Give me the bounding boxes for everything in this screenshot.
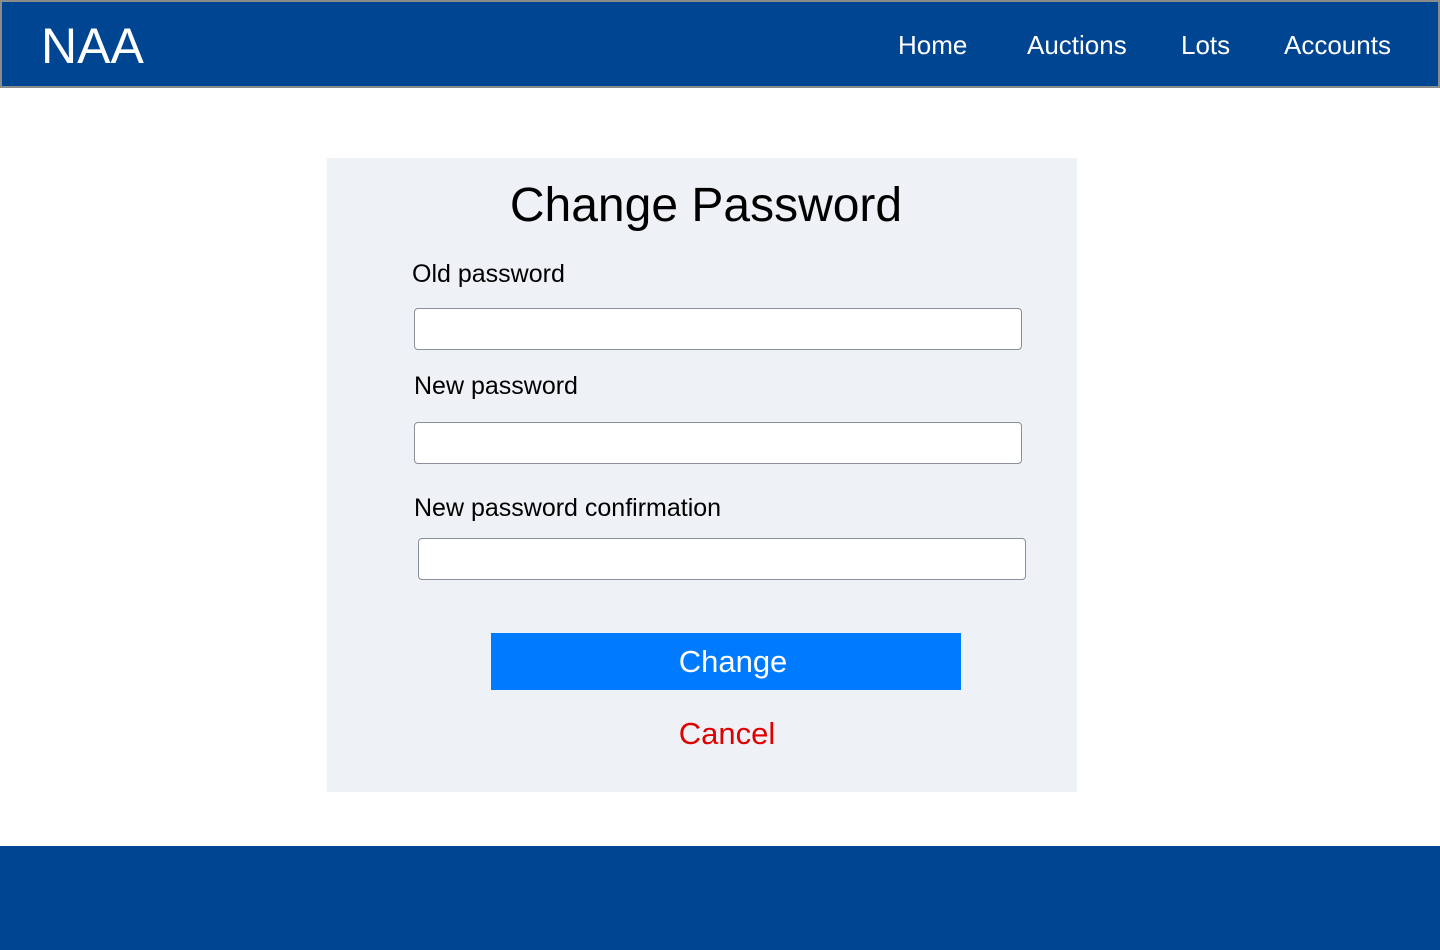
change-button[interactable]: Change (491, 633, 961, 690)
new-password-confirmation-input[interactable] (418, 538, 1026, 580)
nav-accounts-link[interactable]: Accounts (1284, 29, 1391, 61)
old-password-input[interactable] (414, 308, 1022, 350)
cancel-link[interactable]: Cancel (627, 714, 827, 754)
nav-auctions-link[interactable]: Auctions (1027, 29, 1127, 61)
site-logo[interactable]: NAA (41, 18, 144, 74)
nav-home-link[interactable]: Home (898, 29, 967, 61)
nav-lots-link[interactable]: Lots (1181, 29, 1230, 61)
new-password-confirmation-label: New password confirmation (414, 494, 722, 522)
page-title: Change Password (509, 179, 903, 232)
new-password-label: New password (414, 372, 578, 400)
old-password-label: Old password (412, 260, 565, 288)
change-password-panel (327, 158, 1077, 792)
footer (0, 846, 1440, 950)
new-password-input[interactable] (414, 422, 1022, 464)
top-navbar: NAA Home Auctions Lots Accounts (0, 0, 1440, 88)
